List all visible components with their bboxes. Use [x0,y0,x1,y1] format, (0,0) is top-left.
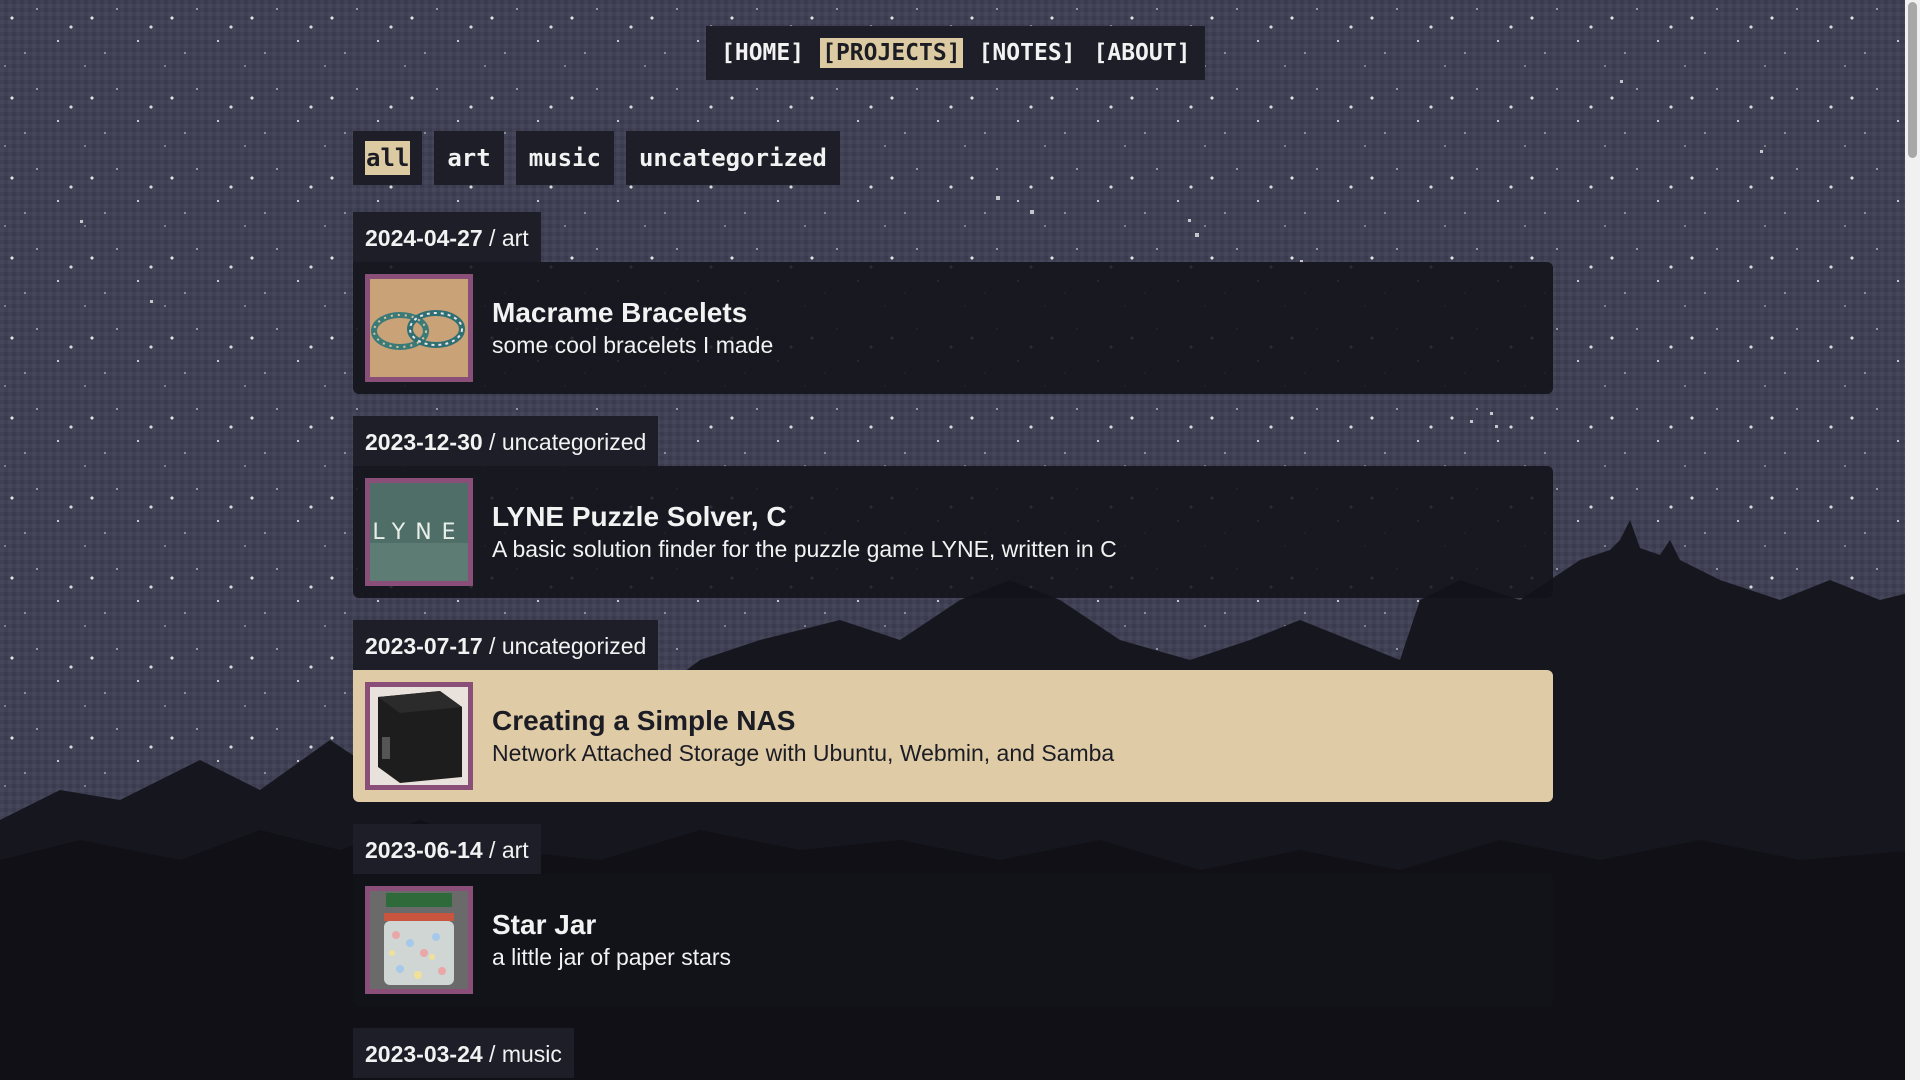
project-category[interactable]: / art [489,225,529,251]
project-meta: 2023-07-17 / uncategorized [353,620,659,670]
project-card[interactable]: LYNE LYNE Puzzle Solver, C A basic solut… [353,466,1553,598]
project-title: Macrame Bracelets [492,297,748,328]
project-description: A basic solution finder for the puzzle g… [492,536,1117,562]
filter-music[interactable]: music [515,131,614,185]
nas-thumbnail [365,682,473,790]
filter-all[interactable]: all [353,131,423,185]
star-jar-thumbnail [365,886,473,994]
project-entry: 2023-07-17 / uncategorized Creating a Si… [353,620,1553,802]
project-card[interactable]: Macrame Bracelets some cool bracelets I … [353,262,1553,394]
project-entry: 2023-12-30 / uncategorized LYNE LYNE Puz… [353,416,1553,598]
filter-uncategorized[interactable]: uncategorized [625,131,840,185]
project-date: 2023-03-24 [365,1041,483,1067]
project-list: 2024-04-27 / art Macrame Bracelets some … [353,212,1553,1078]
project-card[interactable]: Creating a Simple NAS Network Attached S… [353,670,1553,802]
project-date: 2023-07-17 [365,633,483,659]
project-description: some cool bracelets I made [492,332,774,358]
filter-art[interactable]: art [434,131,504,185]
page-scrollbar[interactable] [1905,0,1920,1080]
bracelets-thumbnail [365,274,473,382]
project-category[interactable]: / uncategorized [489,429,646,455]
project-date: 2023-12-30 [365,429,483,455]
project-category[interactable]: / music [489,1041,562,1067]
project-title: Creating a Simple NAS [492,705,796,736]
category-filters: all art music uncategorized [353,131,840,185]
nav-projects-link[interactable]: [PROJECTS] [820,38,963,68]
project-category[interactable]: / uncategorized [489,633,646,659]
lyne-thumbnail: LYNE [365,478,473,586]
project-date: 2024-04-27 [365,225,483,251]
nav-about-link[interactable]: [ABOUT] [1092,38,1193,68]
project-entry: 2024-04-27 / art Macrame Bracelets some … [353,212,1553,394]
project-description: a little jar of paper stars [492,944,732,970]
project-meta: 2023-03-24 / music [353,1028,574,1078]
filter-label: all [365,141,411,175]
nav-notes-link[interactable]: [NOTES] [977,38,1078,68]
project-date: 2023-06-14 [365,837,483,863]
project-entry: 2023-03-24 / music [353,1028,1553,1078]
project-meta: 2023-06-14 / art [353,824,541,874]
project-description: Network Attached Storage with Ubuntu, We… [492,740,1115,766]
project-category[interactable]: / art [489,837,529,863]
top-navigation: [HOME] [PROJECTS] [NOTES] [ABOUT] [706,26,1206,80]
filter-label: uncategorized [638,144,827,172]
scrollbar-thumb[interactable] [1908,2,1917,158]
svg-text:LYNE: LYNE [372,520,465,545]
project-card[interactable]: Star Jar a little jar of paper stars [353,874,1553,1006]
project-meta: 2023-12-30 / uncategorized [353,416,659,466]
project-meta: 2024-04-27 / art [353,212,541,262]
filter-label: music [528,144,601,172]
filter-label: art [447,144,491,172]
nav-home-link[interactable]: [HOME] [719,38,806,68]
project-title: LYNE Puzzle Solver, C [492,501,787,532]
project-entry: 2023-06-14 / art Star Jar a little jar o… [353,824,1553,1006]
project-title: Star Jar [492,909,597,940]
